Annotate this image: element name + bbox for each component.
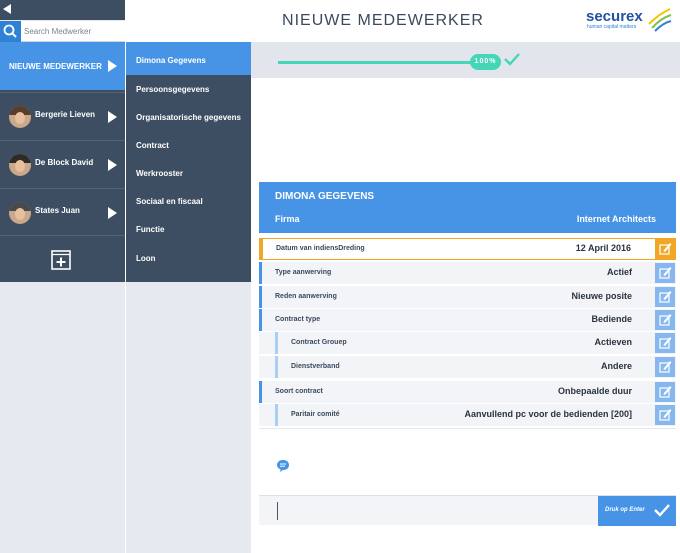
field-row[interactable]: Reden aanwerving Nieuwe posite — [259, 286, 676, 308]
add-icon — [51, 250, 71, 270]
nav-item-sociaal[interactable]: Sociaal en fiscaal — [126, 188, 251, 216]
field-value: Aanvullend pc voor de bedienden [200] — [464, 409, 632, 419]
nav-item-contract[interactable]: Contract — [126, 132, 251, 160]
section-nav-empty — [126, 282, 251, 553]
firma-label: Firma — [275, 214, 300, 224]
edit-icon[interactable] — [655, 310, 675, 330]
enter-button[interactable]: Druk op Enter — [598, 496, 676, 526]
employee-item[interactable]: De Block David — [0, 140, 125, 188]
nav-item-label: Organisatorische gegevens — [136, 113, 241, 122]
header: NIEUWE MEDEWERKER securex human capital … — [126, 0, 680, 42]
edit-icon[interactable] — [655, 357, 675, 377]
check-icon — [654, 504, 670, 517]
field-value: Bediende — [591, 314, 632, 324]
answer-input[interactable] — [277, 502, 577, 520]
field-label: Type aanwerving — [275, 269, 332, 276]
check-icon — [504, 53, 520, 66]
field-row[interactable]: Dienstverband Andere — [259, 356, 676, 378]
add-employee-button[interactable] — [0, 235, 125, 282]
answer-bar: Druk op Enter — [259, 495, 676, 526]
employee-item[interactable]: Bergerie Lieven — [0, 92, 125, 140]
field-row[interactable]: Contract type Bediende — [259, 309, 676, 331]
play-icon — [108, 159, 117, 171]
nav-item-organisatorische[interactable]: Organisatorische gegevens — [126, 104, 251, 132]
nav-item-persoonsgegevens[interactable]: Persoonsgegevens — [126, 76, 251, 104]
play-icon — [108, 207, 117, 219]
back-arrow-icon — [3, 4, 11, 14]
nav-item-dimona[interactable]: Dimona Gegevens — [126, 42, 251, 75]
dimona-panel: DIMONA GEGEVENS Firma Internet Architect… — [259, 182, 676, 526]
field-value: 12 April 2016 — [575, 243, 631, 253]
panel-title: DIMONA GEGEVENS — [275, 191, 375, 202]
field-value: Actieven — [594, 337, 632, 347]
nav-item-functie[interactable]: Functie — [126, 216, 251, 244]
nav-item-label: Functie — [136, 225, 165, 234]
employee-name: De Block David — [35, 158, 94, 167]
search-input[interactable] — [24, 24, 122, 39]
field-row[interactable]: Paritair comité Aanvullend pc voor de be… — [259, 404, 676, 426]
field-label: Dienstverband — [291, 363, 340, 370]
field-label: Reden aanwerving — [275, 293, 337, 300]
play-icon — [108, 60, 117, 72]
search-icon[interactable] — [0, 21, 21, 42]
field-value: Actief — [606, 267, 632, 277]
employee-name: Bergerie Lieven — [35, 110, 96, 119]
field-value: Andere — [600, 361, 632, 371]
chat-area — [259, 428, 676, 495]
nav-item-label: Contract — [136, 141, 169, 150]
nav-item-label: Persoonsgegevens — [136, 85, 210, 94]
nav-item-label: Werkrooster — [136, 169, 183, 178]
employee-name: States Juan — [35, 206, 80, 215]
field-row[interactable]: Contract Grouep Actieven — [259, 332, 676, 354]
nav-item-werkrooster[interactable]: Werkrooster — [126, 160, 251, 188]
field-label: Contract type — [275, 316, 321, 323]
back-button[interactable] — [0, 0, 125, 20]
progress-band: 100% — [251, 42, 680, 78]
nav-item-label: Dimona Gegevens — [136, 56, 206, 65]
avatar — [9, 154, 31, 176]
field-row[interactable]: Soort contract Onbepaalde duur — [259, 381, 676, 403]
team-sidebar: NIEUWE MEDEWERKER Bergerie Lieven De Blo… — [0, 0, 125, 553]
play-icon — [108, 111, 117, 123]
chat-bubble-icon — [277, 460, 289, 472]
field-label: Contract Grouep — [291, 339, 347, 346]
field-label: Soort contract — [275, 388, 323, 395]
field-label: Datum van indiensDreding — [276, 245, 365, 252]
field-value: Onbepaalde duur — [557, 386, 632, 396]
field-value: Nieuwe posite — [571, 291, 632, 301]
avatar — [9, 202, 31, 224]
edit-icon[interactable] — [655, 239, 675, 259]
edit-icon[interactable] — [655, 263, 675, 283]
avatar — [9, 106, 31, 128]
securex-logo: securex human capital matters — [586, 8, 672, 36]
new-employee-label: NIEUWE MEDEWERKER — [9, 62, 102, 71]
edit-icon[interactable] — [655, 405, 675, 425]
progress-bar — [278, 61, 483, 64]
edit-icon[interactable] — [655, 333, 675, 353]
edit-icon[interactable] — [655, 382, 675, 402]
employee-item[interactable]: States Juan — [0, 188, 125, 236]
nav-item-label: Loon — [136, 254, 156, 263]
edit-icon[interactable] — [655, 287, 675, 307]
panel-header: DIMONA GEGEVENS Firma Internet Architect… — [259, 182, 676, 233]
firma-value: Internet Architects — [576, 214, 656, 224]
field-row[interactable]: Type aanwerving Actief — [259, 262, 676, 284]
nav-item-loon[interactable]: Loon — [126, 245, 251, 273]
enter-button-label: Druk op Enter — [605, 507, 645, 513]
search-bar — [0, 21, 125, 42]
field-label: Paritair comité — [291, 411, 340, 418]
section-nav: Dimona Gegevens Persoonsgegevens Organis… — [126, 42, 251, 282]
progress-label: 100% — [470, 54, 501, 70]
new-employee-item[interactable]: NIEUWE MEDEWERKER — [0, 42, 125, 90]
field-row[interactable]: Datum van indiensDreding 12 April 2016 — [259, 238, 676, 260]
nav-item-label: Sociaal en fiscaal — [136, 197, 203, 206]
